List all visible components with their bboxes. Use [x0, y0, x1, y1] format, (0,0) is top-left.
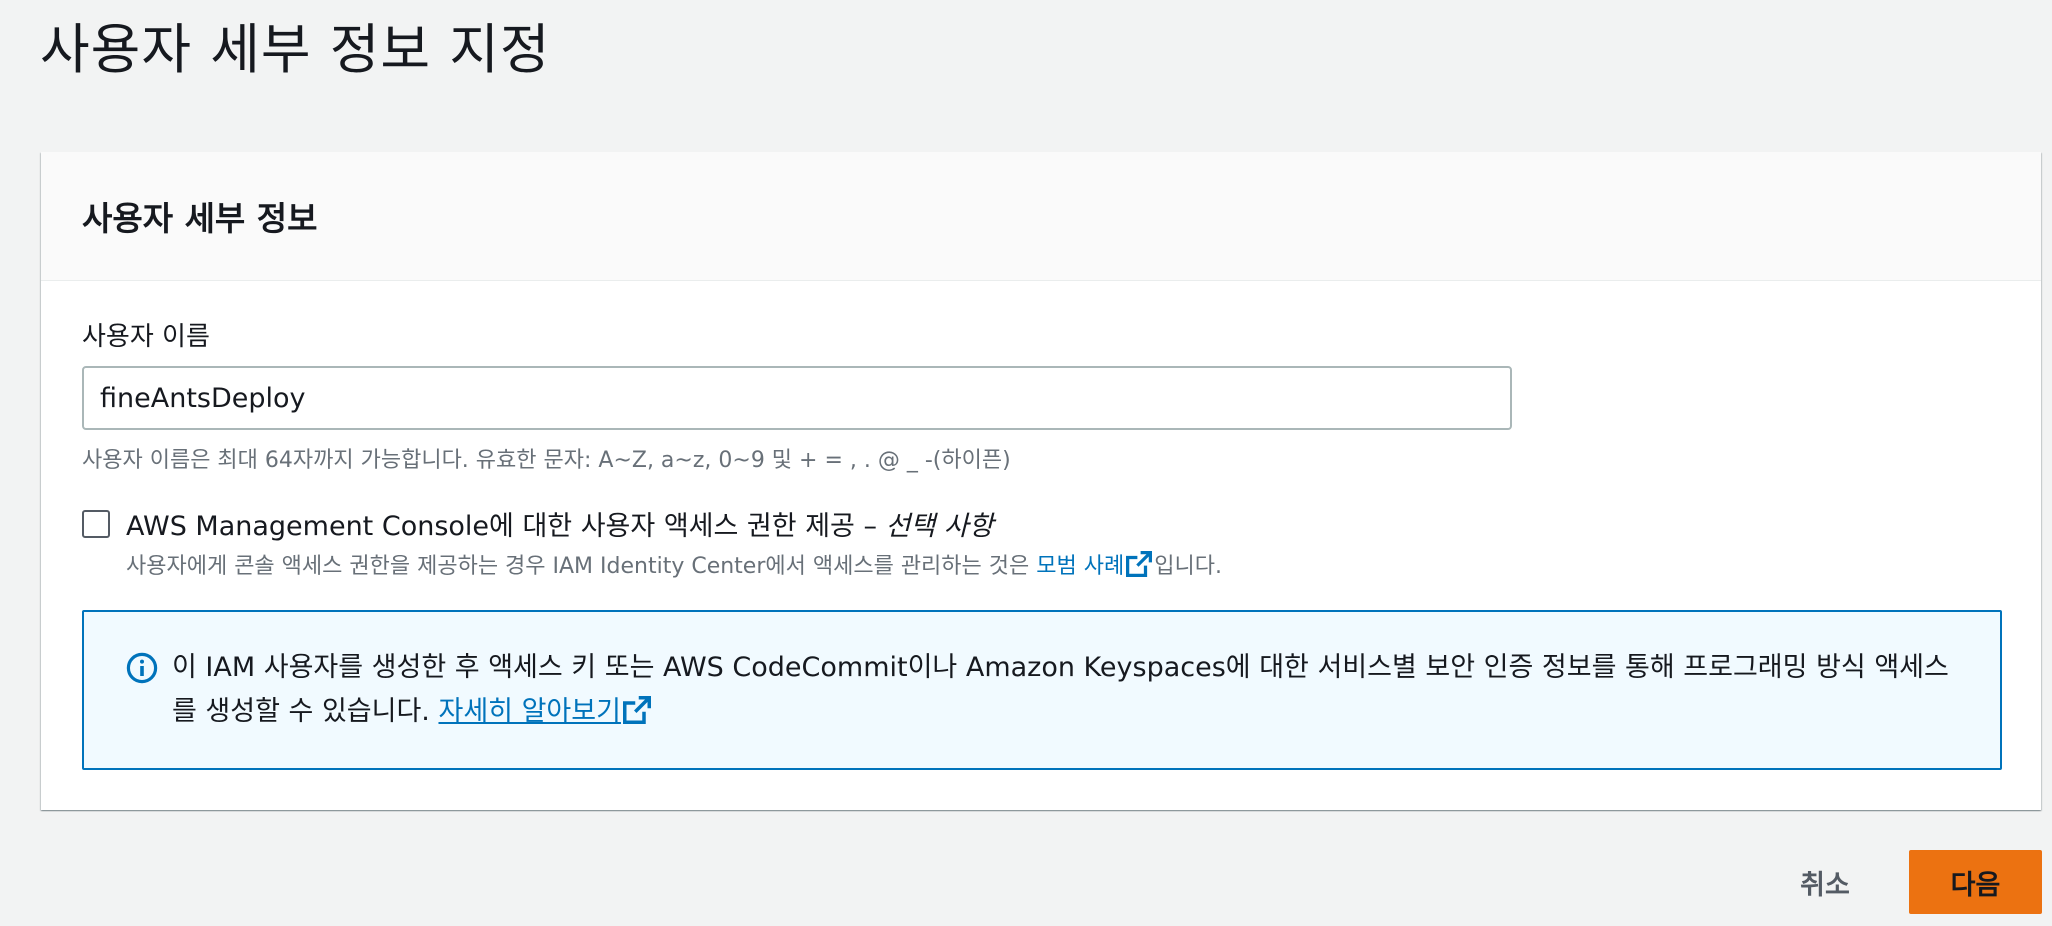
learn-more-link[interactable]: 자세히 알아보기	[438, 696, 620, 727]
best-practice-link-text: 모범 사례	[1036, 554, 1125, 579]
cancel-button[interactable]: 취소	[1790, 852, 1860, 912]
console-desc-after: 입니다.	[1154, 554, 1222, 579]
best-practice-link[interactable]: 모범 사례	[1036, 551, 1154, 579]
external-link-icon	[1126, 551, 1153, 583]
user-details-panel: 사용자 세부 정보 사용자 이름 사용자 이름은 최대 64자까지 가능합니다.…	[41, 152, 2041, 810]
panel-title: 사용자 세부 정보	[82, 199, 318, 238]
username-input[interactable]	[82, 366, 1512, 430]
username-label: 사용자 이름	[82, 322, 210, 352]
info-alert: 이 IAM 사용자를 생성한 후 액세스 키 또는 AWS CodeCommit…	[82, 610, 2002, 770]
console-access-checkbox[interactable]	[82, 510, 110, 538]
username-hint: 사용자 이름은 최대 64자까지 가능합니다. 유효한 문자: A~Z, a~z…	[82, 448, 1011, 473]
page-title: 사용자 세부 정보 지정	[40, 18, 551, 81]
info-text: 이 IAM 사용자를 생성한 후 액세스 키 또는 AWS CodeCommit…	[172, 646, 1972, 738]
next-button[interactable]: 다음	[1909, 850, 2042, 914]
console-access-description: 사용자에게 콘솔 액세스 권한을 제공하는 경우 IAM Identity Ce…	[126, 548, 1222, 583]
learn-more-text: 자세히 알아보기	[438, 696, 621, 727]
external-link-icon	[622, 694, 651, 738]
console-access-label-text: AWS Management Console에 대한 사용자 액세스 권한 제공…	[126, 511, 886, 542]
info-icon	[126, 652, 158, 688]
console-desc-before: 사용자에게 콘솔 액세스 권한을 제공하는 경우 IAM Identity Ce…	[126, 554, 1037, 579]
panel-header: 사용자 세부 정보	[41, 152, 2041, 281]
console-access-label[interactable]: AWS Management Console에 대한 사용자 액세스 권한 제공…	[126, 504, 994, 543]
optional-text: 선택 사항	[885, 511, 994, 542]
